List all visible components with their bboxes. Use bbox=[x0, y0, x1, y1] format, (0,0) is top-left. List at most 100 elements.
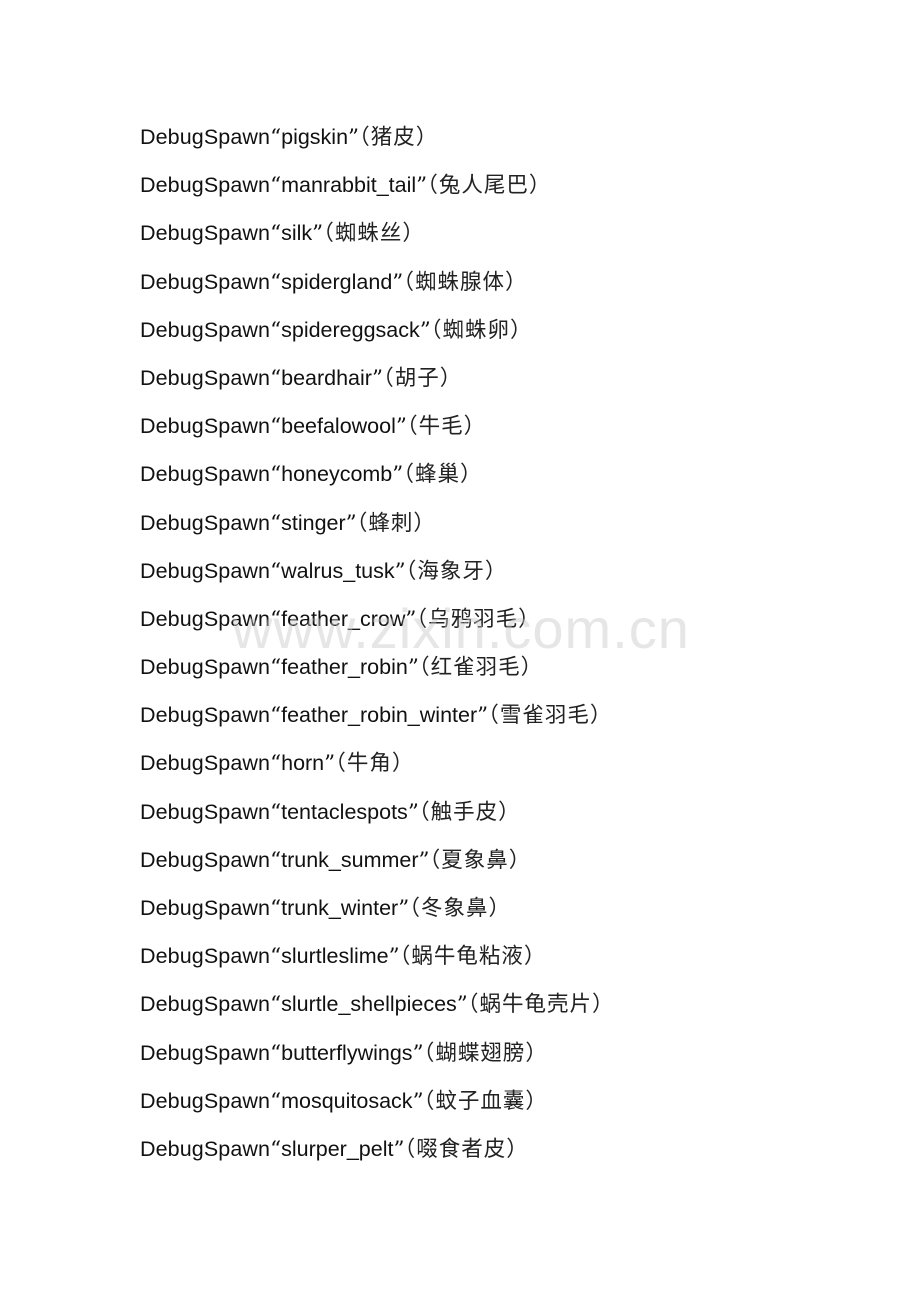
spawn-command-line: DebugSpawn“manrabbit_tail”（兔人尾巴） bbox=[140, 165, 615, 213]
item-name-cn: （蚊子血囊） bbox=[423, 1088, 548, 1114]
item-name-cn: （触手皮） bbox=[418, 799, 521, 825]
quote-close: ” bbox=[312, 221, 324, 247]
quote-close: ” bbox=[324, 751, 336, 777]
item-id: manrabbit_tail bbox=[281, 173, 417, 198]
quote-open: “ bbox=[270, 558, 282, 584]
item-name-cn: （兔人尾巴） bbox=[427, 173, 552, 199]
quote-close: ” bbox=[371, 365, 383, 391]
quote-open: “ bbox=[270, 510, 282, 536]
command-keyword: DebugSpawn bbox=[140, 365, 271, 390]
quote-close: ” bbox=[477, 703, 489, 729]
item-name-cn: （蜘蛛腺体） bbox=[403, 269, 528, 295]
quote-open: “ bbox=[270, 269, 282, 295]
quote-open: “ bbox=[270, 462, 282, 488]
command-keyword: DebugSpawn bbox=[140, 606, 271, 631]
spawn-command-line: DebugSpawn“trunk_winter”（冬象鼻） bbox=[140, 888, 615, 936]
quote-open: “ bbox=[270, 751, 282, 777]
command-keyword: DebugSpawn bbox=[140, 414, 271, 439]
item-name-cn: （红雀羽毛） bbox=[418, 655, 544, 681]
quote-open: “ bbox=[270, 896, 282, 921]
spawn-command-line: DebugSpawn“pigskin”（猪皮） bbox=[140, 117, 615, 165]
quote-open: “ bbox=[270, 173, 282, 199]
quote-close: ” bbox=[388, 944, 400, 970]
item-id: slurper_pelt bbox=[281, 1136, 394, 1161]
command-keyword: DebugSpawn bbox=[140, 221, 271, 246]
quote-open: “ bbox=[270, 944, 282, 970]
item-name-cn: （牛毛） bbox=[406, 414, 487, 440]
command-keyword: DebugSpawn bbox=[140, 799, 271, 824]
spawn-command-line: DebugSpawn“beardhair”（胡子） bbox=[140, 358, 615, 406]
command-keyword: DebugSpawn bbox=[140, 703, 271, 728]
spawn-command-line: DebugSpawn“feather_crow”（乌鸦羽毛） bbox=[140, 599, 615, 647]
spawn-command-line: DebugSpawn“slurper_pelt”（啜食者皮） bbox=[140, 1129, 615, 1177]
spawn-command-line: DebugSpawn“horn”（牛角） bbox=[140, 743, 615, 791]
quote-close: ” bbox=[348, 125, 360, 150]
item-name-cn: （蜂刺） bbox=[356, 510, 436, 536]
item-id: trunk_summer bbox=[281, 847, 419, 872]
command-keyword: DebugSpawn bbox=[140, 173, 271, 198]
item-name-cn: （蜘蛛丝） bbox=[323, 221, 425, 247]
item-name-cn: （冬象鼻） bbox=[409, 896, 511, 921]
quote-close: ” bbox=[393, 1136, 405, 1162]
quote-close: ” bbox=[345, 510, 357, 536]
item-name-cn: （蝴蝶翅膀） bbox=[423, 1040, 548, 1066]
spawn-command-line: DebugSpawn“spidereggsack”（蜘蛛卵） bbox=[140, 310, 615, 358]
command-keyword: DebugSpawn bbox=[140, 1040, 271, 1065]
quote-open: “ bbox=[270, 1136, 282, 1162]
quote-open: “ bbox=[270, 703, 282, 729]
item-id: spidereggsack bbox=[281, 317, 420, 342]
item-name-cn: （蜗牛龟粘液） bbox=[399, 944, 547, 970]
spawn-command-line: DebugSpawn“stinger”（蜂刺） bbox=[140, 503, 615, 551]
item-id: slurtleslime bbox=[281, 944, 389, 969]
quote-open: “ bbox=[270, 606, 282, 632]
spawn-command-line: DebugSpawn“mosquitosack”（蚊子血囊） bbox=[140, 1081, 615, 1129]
item-name-cn: （蜗牛龟壳片） bbox=[467, 992, 615, 1018]
spawn-command-line: DebugSpawn“feather_robin_winter”（雪雀羽毛） bbox=[140, 695, 615, 743]
command-keyword: DebugSpawn bbox=[140, 944, 271, 969]
quote-open: “ bbox=[270, 317, 282, 343]
item-id: walrus_tusk bbox=[281, 558, 395, 583]
item-id: tentaclespots bbox=[281, 799, 408, 824]
item-id: beardhair bbox=[281, 365, 372, 390]
item-id: feather_robin bbox=[281, 655, 408, 680]
spawn-command-list: DebugSpawn“pigskin”（猪皮） DebugSpawn“manrab… bbox=[140, 117, 615, 1177]
command-keyword: DebugSpawn bbox=[140, 1088, 271, 1113]
quote-close: ” bbox=[418, 847, 430, 873]
command-keyword: DebugSpawn bbox=[140, 992, 271, 1017]
document-page: DebugSpawn“pigskin”（猪皮） DebugSpawn“manrab… bbox=[0, 0, 920, 1302]
command-keyword: DebugSpawn bbox=[140, 655, 271, 680]
quote-close: ” bbox=[398, 896, 410, 921]
quote-open: “ bbox=[270, 655, 282, 681]
quote-open: “ bbox=[270, 799, 282, 825]
item-id: feather_robin_winter bbox=[281, 703, 478, 728]
command-keyword: DebugSpawn bbox=[140, 269, 271, 294]
quote-open: “ bbox=[270, 365, 282, 391]
item-id: horn bbox=[281, 751, 325, 776]
command-keyword: DebugSpawn bbox=[140, 1136, 271, 1161]
item-name-cn: （猪皮） bbox=[359, 125, 439, 150]
spawn-command-line: DebugSpawn“tentaclespots”（触手皮） bbox=[140, 792, 615, 840]
item-id: spidergland bbox=[281, 269, 393, 294]
spawn-command-line: DebugSpawn“trunk_summer”（夏象鼻） bbox=[140, 840, 615, 888]
quote-close: ” bbox=[407, 655, 419, 681]
spawn-command-line: DebugSpawn“spidergland”（蜘蛛腺体） bbox=[140, 262, 615, 310]
spawn-command-line: DebugSpawn“honeycomb”（蜂巢） bbox=[140, 454, 615, 502]
quote-open: “ bbox=[270, 125, 282, 150]
item-id: trunk_winter bbox=[281, 896, 399, 920]
item-name-cn: （乌鸦羽毛） bbox=[416, 606, 541, 632]
quote-close: ” bbox=[419, 317, 431, 343]
command-keyword: DebugSpawn bbox=[140, 558, 271, 583]
item-name-cn: （牛角） bbox=[335, 751, 415, 777]
spawn-command-line: DebugSpawn“butterflywings”（蝴蝶翅膀） bbox=[140, 1033, 615, 1081]
item-id: silk bbox=[281, 221, 313, 246]
quote-close: ” bbox=[412, 1040, 424, 1066]
item-name-cn: （雪雀羽毛） bbox=[488, 703, 613, 729]
spawn-command-line: DebugSpawn“silk”（蜘蛛丝） bbox=[140, 213, 615, 261]
spawn-command-line: DebugSpawn“slurtle_shellpieces”（蜗牛龟壳片） bbox=[140, 984, 615, 1032]
item-id: mosquitosack bbox=[281, 1088, 413, 1113]
quote-open: “ bbox=[270, 1040, 282, 1066]
quote-open: “ bbox=[270, 1088, 282, 1114]
quote-open: “ bbox=[270, 221, 282, 247]
item-id: slurtle_shellpieces bbox=[281, 992, 457, 1017]
quote-close: ” bbox=[392, 269, 404, 295]
